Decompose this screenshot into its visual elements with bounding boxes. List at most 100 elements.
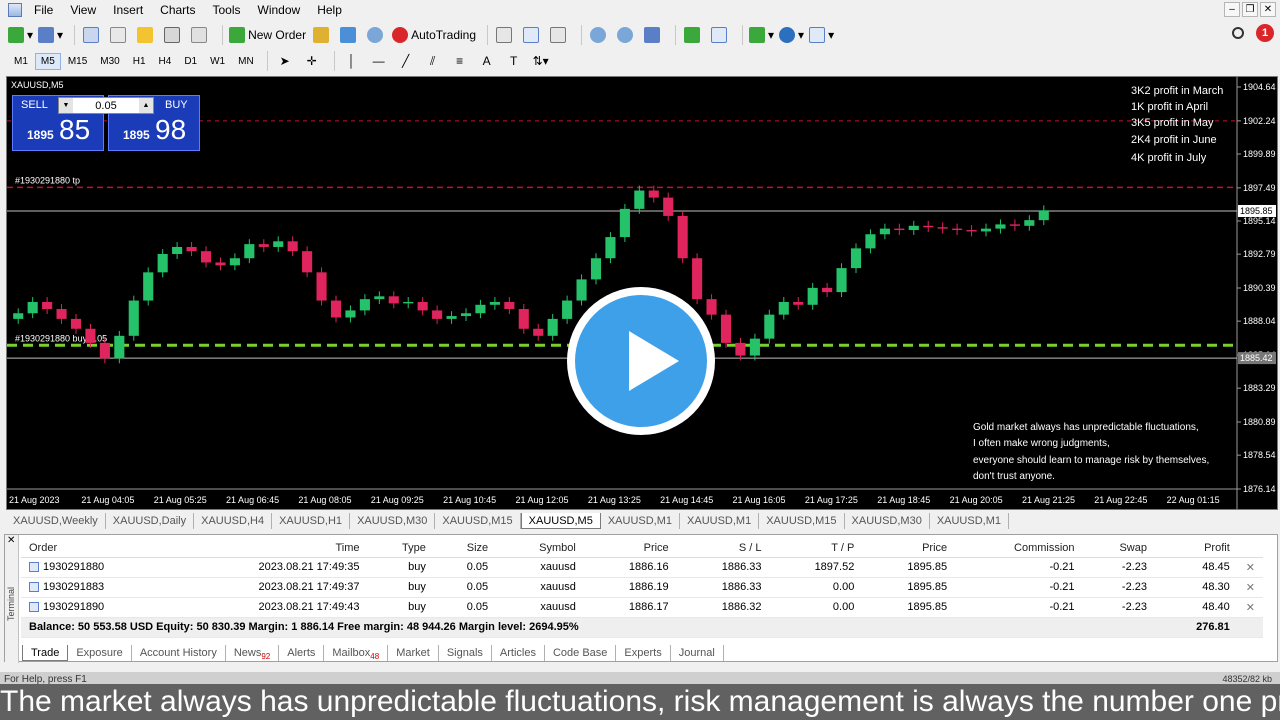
chart-tab[interactable]: XAUUSD,M1 [930, 513, 1009, 529]
terminal-tab-news[interactable]: News92 [226, 645, 280, 661]
terminal-tab-journal[interactable]: Journal [671, 645, 724, 661]
col-sl[interactable]: S / L [676, 539, 770, 558]
menu-insert[interactable]: Insert [107, 3, 154, 17]
indicators-button[interactable]: ▾ [749, 24, 774, 46]
chart-tab[interactable]: XAUUSD,M30 [350, 513, 436, 529]
terminal-tab-account-history[interactable]: Account History [132, 645, 226, 661]
video-play-button[interactable] [567, 287, 715, 435]
col-order[interactable]: Order [21, 539, 173, 558]
timeframe-m5[interactable]: M5 [34, 52, 61, 70]
text-tool[interactable]: A [476, 50, 498, 72]
templates-button[interactable]: ▾ [809, 24, 834, 46]
lot-size-stepper[interactable]: ▼ 0.05 ▲ [58, 97, 154, 114]
horizontal-line-tool[interactable]: — [368, 50, 390, 72]
chart-shift-button[interactable] [709, 24, 731, 46]
terminal-tab-code-base[interactable]: Code Base [545, 645, 617, 661]
terminal-tab-alerts[interactable]: Alerts [279, 645, 325, 661]
crosshair-tool[interactable]: ✛ [301, 50, 323, 72]
terminal-tab-mailbox[interactable]: Mailbox48 [324, 645, 389, 661]
close-button[interactable]: ✕ [1260, 2, 1276, 17]
timeframe-w1[interactable]: W1 [204, 53, 231, 70]
minimize-button[interactable]: – [1224, 2, 1240, 17]
col-swap[interactable]: Swap [1082, 539, 1155, 558]
arrows-tool[interactable]: ⇅▾ [530, 50, 552, 72]
data-window-button[interactable] [108, 24, 130, 46]
menu-file[interactable]: File [28, 3, 64, 17]
terminal-tab-signals[interactable]: Signals [439, 645, 492, 661]
search-icon[interactable] [1232, 27, 1244, 39]
periods-button[interactable]: ▾ [779, 24, 804, 46]
trendline-tool[interactable]: ╱ [395, 50, 417, 72]
zoom-in-button[interactable] [588, 24, 610, 46]
col-price[interactable]: Price [583, 539, 677, 558]
terminal-tab-market[interactable]: Market [388, 645, 439, 661]
close-order-icon[interactable]: ✕ [1237, 557, 1263, 578]
chart-tab[interactable]: XAUUSD,Weekly [6, 513, 106, 529]
table-row[interactable]: 1930291880 2023.08.21 17:49:35 buy 0.05 xauu… [21, 557, 1263, 578]
autoscroll-button[interactable] [682, 24, 704, 46]
col-symbol[interactable]: Symbol [496, 539, 584, 558]
timeframe-m15[interactable]: M15 [62, 53, 93, 70]
profiles-button[interactable]: ▾ [38, 24, 63, 46]
chart-window[interactable]: 1904.64 1902.24 1899.89 1897.49 1895.14 1892.… [6, 76, 1278, 510]
menu-charts[interactable]: Charts [154, 3, 206, 17]
candlestick-button[interactable] [521, 24, 543, 46]
close-order-icon[interactable]: ✕ [1237, 577, 1263, 598]
vertical-line-tool[interactable]: │ [341, 50, 363, 72]
new-order-button[interactable]: New Order [229, 24, 306, 46]
timeframe-d1[interactable]: D1 [178, 53, 203, 70]
signals-button[interactable] [338, 24, 360, 46]
bar-chart-button[interactable] [494, 24, 516, 46]
terminal-tab-articles[interactable]: Articles [492, 645, 545, 661]
lot-size-value[interactable]: 0.05 [73, 100, 139, 112]
restore-button[interactable]: ❐ [1242, 2, 1258, 17]
tile-windows-button[interactable] [642, 24, 664, 46]
autotrading-button[interactable]: AutoTrading [392, 24, 476, 46]
chart-tab[interactable]: XAUUSD,M30 [845, 513, 930, 529]
timeframe-h4[interactable]: H4 [153, 53, 178, 70]
timeframe-mn[interactable]: MN [232, 53, 260, 70]
close-terminal-icon[interactable]: ✕ [7, 535, 15, 546]
col-commission[interactable]: Commission [955, 539, 1083, 558]
terminal-button[interactable] [162, 24, 184, 46]
col-size[interactable]: Size [433, 539, 497, 558]
zoom-out-button[interactable] [615, 24, 637, 46]
terminal-tab-experts[interactable]: Experts [616, 645, 671, 661]
fibonacci-tool[interactable]: ≡ [449, 50, 471, 72]
chart-tab[interactable]: XAUUSD,H1 [272, 513, 351, 529]
close-order-icon[interactable]: ✕ [1237, 597, 1263, 618]
chart-tab[interactable]: XAUUSD,Daily [106, 513, 195, 529]
chart-tab[interactable]: XAUUSD,H4 [194, 513, 273, 529]
col-profit[interactable]: Profit [1155, 539, 1238, 558]
col-time[interactable]: Time [172, 539, 368, 558]
tester-button[interactable] [189, 24, 211, 46]
timeframe-m30[interactable]: M30 [94, 53, 125, 70]
channel-tool[interactable]: ⫽ [422, 50, 444, 72]
chart-tab[interactable]: XAUUSD,M15 [759, 513, 845, 529]
menu-view[interactable]: View [64, 3, 107, 17]
terminal-tab-trade[interactable]: Trade [22, 645, 69, 661]
chart-tab[interactable]: XAUUSD,M15 [435, 513, 521, 529]
text-label-tool[interactable]: T [503, 50, 525, 72]
chart-tab[interactable]: XAUUSD,M1 [601, 513, 681, 529]
chart-tab[interactable]: XAUUSD,M1 [680, 513, 760, 529]
menu-tools[interactable]: Tools [207, 3, 252, 17]
col-type[interactable]: Type [367, 539, 434, 558]
menu-window[interactable]: Window [252, 3, 312, 17]
col-tp[interactable]: T / P [769, 539, 863, 558]
notification-badge[interactable]: 1 [1256, 24, 1274, 42]
timeframe-m1[interactable]: M1 [8, 53, 34, 70]
table-row[interactable]: 1930291883 2023.08.21 17:49:37 buy 0.05 xauu… [21, 577, 1263, 598]
chart-tab-active[interactable]: XAUUSD,M5 [520, 513, 601, 529]
navigator-button[interactable] [135, 24, 157, 46]
new-chart-button[interactable]: ▾ [8, 24, 33, 46]
col-current-price[interactable]: Price [862, 539, 956, 558]
market-watch-button[interactable] [81, 24, 103, 46]
lot-decrease-button[interactable]: ▼ [59, 98, 73, 113]
timeframe-h1[interactable]: H1 [127, 53, 152, 70]
menu-help[interactable]: Help [311, 3, 353, 17]
table-row[interactable]: 1930291890 2023.08.21 17:49:43 buy 0.05 xauu… [21, 597, 1263, 618]
line-chart-button[interactable] [548, 24, 570, 46]
metaeditor-button[interactable] [311, 24, 333, 46]
cursor-tool[interactable]: ➤ [274, 50, 296, 72]
